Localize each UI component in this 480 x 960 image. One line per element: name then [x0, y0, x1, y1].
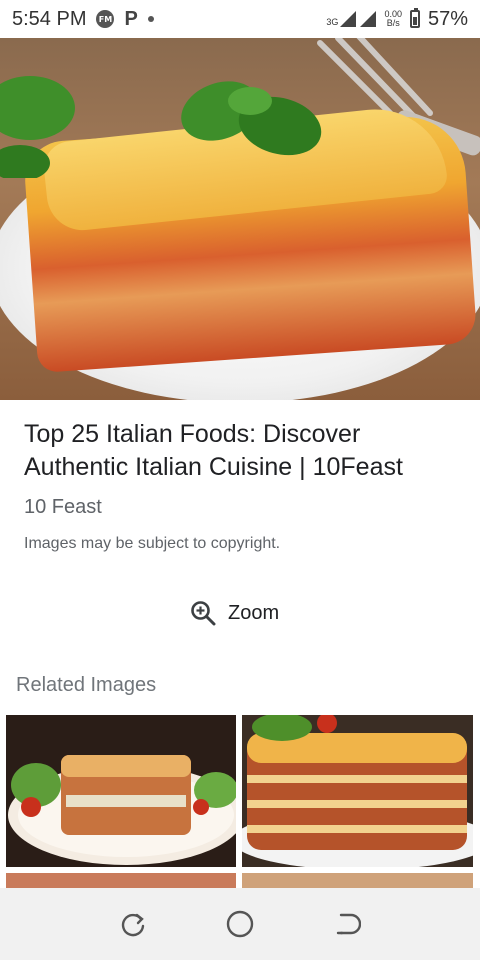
- parking-notification-icon: P: [124, 7, 138, 30]
- lasagna-stack-thumbnail: [242, 715, 473, 867]
- signal-icon: 3G: [326, 11, 377, 27]
- system-nav-bar: [0, 888, 480, 960]
- home-icon[interactable]: [225, 909, 255, 939]
- basil-leaf-graphic: [181, 81, 322, 156]
- related-image-1[interactable]: [6, 715, 236, 867]
- net-speed-unit: B/s: [386, 18, 400, 28]
- more-notifications-icon: [147, 16, 154, 22]
- zoom-label: Zoom: [228, 601, 280, 624]
- related-image-3[interactable]: [6, 873, 236, 889]
- status-bar-right: 3G 0.00 B/s 57%: [326, 8, 468, 31]
- result-source[interactable]: 10 Feast: [24, 496, 102, 519]
- related-image-4[interactable]: [242, 873, 473, 889]
- side-basil-graphic: [0, 76, 75, 178]
- zoom-button[interactable]: Zoom: [190, 600, 279, 626]
- lasagna-plate-thumbnail: [8, 755, 236, 865]
- status-time: 5:54 PM: [12, 7, 87, 30]
- fm-radio-icon: FM: [96, 10, 115, 28]
- status-bar: 5:54 PM FM P 3G 0.00 B/s 57%: [0, 0, 480, 38]
- status-bar-left: 5:54 PM FM P: [12, 8, 154, 31]
- back-icon[interactable]: [333, 910, 361, 938]
- result-title[interactable]: Top 25 Italian Foods: Discover Authentic…: [24, 418, 464, 484]
- net-speed: 0.00 B/s: [384, 10, 402, 28]
- main-image[interactable]: [0, 38, 480, 400]
- copyright-notice: Images may be subject to copyright.: [24, 535, 281, 552]
- battery-icon: [409, 8, 420, 28]
- network-type-label: 3G: [326, 17, 339, 27]
- battery-percent: 57%: [427, 7, 468, 30]
- recent-apps-icon[interactable]: [119, 910, 147, 938]
- related-image-2[interactable]: [242, 715, 473, 867]
- zoom-in-icon: [191, 601, 216, 626]
- related-images-heading: Related Images: [16, 674, 157, 696]
